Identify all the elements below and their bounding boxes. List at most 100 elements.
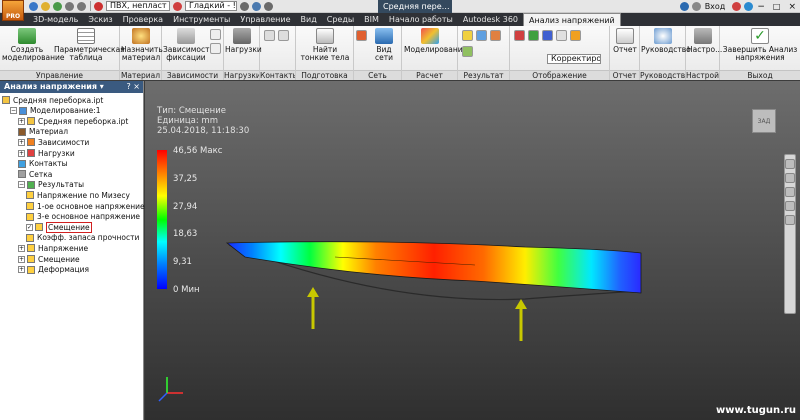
shading-icon[interactable] <box>570 30 581 41</box>
tab-5[interactable]: Вид <box>296 13 322 26</box>
search-icon[interactable] <box>679 2 689 11</box>
formula-icon[interactable] <box>252 1 261 11</box>
group-label: Результат <box>458 70 509 80</box>
visibility-checkbox[interactable]: ✓ <box>26 223 33 231</box>
expand-toggle-icon[interactable]: + <box>18 244 25 252</box>
settings-button[interactable]: Настро... <box>687 28 722 54</box>
adjusters-dropdown[interactable]: Корректиров <box>547 54 601 64</box>
tab-4[interactable]: Управление <box>235 13 295 26</box>
expand-toggle-icon[interactable]: + <box>18 255 25 263</box>
steering-wheel-icon[interactable] <box>785 159 795 169</box>
save-icon[interactable] <box>53 1 62 11</box>
manual-contact-icon[interactable] <box>278 30 289 41</box>
group-label: Расчет <box>402 70 457 80</box>
create-simulation-button[interactable]: Создать моделирование <box>2 28 64 62</box>
exchange-icon[interactable] <box>732 2 742 11</box>
expand-toggle-icon[interactable]: − <box>10 107 17 115</box>
tab-2[interactable]: Проверка <box>118 13 168 26</box>
tree-item[interactable]: Материал <box>18 127 68 137</box>
minimize-icon[interactable]: − <box>757 2 765 12</box>
tree-item[interactable]: Коэфф. запаса прочности <box>26 233 139 243</box>
browser-close-icon[interactable]: ? × <box>127 81 141 93</box>
tree-item[interactable]: + Зависимости <box>18 137 89 147</box>
tree-item[interactable]: 3-е основное напряжение <box>26 212 140 222</box>
finish-stress-analysis-button[interactable]: ✓ Завершить Анализ напряжения <box>722 28 798 62</box>
appearance-dropdown[interactable]: Гладкий - ! <box>185 1 237 11</box>
tree-item[interactable]: Контакты <box>18 159 68 169</box>
tab-0[interactable]: 3D-модель <box>28 13 83 26</box>
tab-8[interactable]: Начало работы <box>384 13 458 26</box>
select-icon[interactable] <box>94 1 103 11</box>
mesh-view-button[interactable]: Вид сети <box>368 28 400 62</box>
browser-header[interactable]: Анализ напряжения ▾ ? × <box>0 81 143 93</box>
animate-icon[interactable] <box>462 30 473 41</box>
auto-contact-icon[interactable] <box>264 30 275 41</box>
look-at-icon[interactable] <box>785 215 795 225</box>
appearance-icon[interactable] <box>173 1 182 11</box>
tree-item[interactable]: − Результаты <box>18 180 84 190</box>
tree-item[interactable]: + Напряжение <box>18 243 88 253</box>
fixed-constraint-button[interactable]: Зависимость фиксации <box>163 28 214 62</box>
zoom-icon[interactable] <box>785 187 795 197</box>
tree-item[interactable]: 1-ое основное напряжение <box>26 201 145 211</box>
tree-item-label: Зависимости <box>38 137 90 147</box>
expand-toggle-icon[interactable]: + <box>18 117 25 125</box>
pin-constraint-icon[interactable] <box>210 29 221 40</box>
tab-10[interactable]: Анализ напряжений <box>523 12 621 27</box>
tab-1[interactable]: Эскиз <box>83 13 117 26</box>
tree-item[interactable]: + Средняя переборка.ipt <box>18 116 128 126</box>
redo-icon[interactable] <box>77 1 86 11</box>
tree-item[interactable]: + Деформация <box>18 265 89 275</box>
guide-button[interactable]: Руководство <box>641 28 691 54</box>
group-loads: Нагрузки Нагрузки <box>224 26 262 80</box>
material-dropdown[interactable]: ПВХ, непласт <box>106 1 170 11</box>
application-menu-button[interactable]: PRO <box>2 0 24 21</box>
expand-toggle-icon[interactable]: + <box>18 138 25 146</box>
viewcube[interactable]: ЗАД <box>752 109 776 133</box>
tree-item[interactable]: Средняя переборка.ipt <box>2 95 103 105</box>
quick-access-toolbar: PRO ПВХ, непласт Гладкий - ! Средняя пер… <box>0 0 800 21</box>
assign-material-button[interactable]: Назначить материал <box>121 28 163 62</box>
pan-icon[interactable] <box>785 173 795 183</box>
tab-3[interactable]: Инструменты <box>168 13 235 26</box>
compare-icon[interactable] <box>462 46 473 57</box>
undo-icon[interactable] <box>65 1 74 11</box>
expand-toggle-icon[interactable]: + <box>18 266 25 274</box>
sign-in-link[interactable]: Вход <box>705 2 726 11</box>
tab-7[interactable]: BIM <box>359 13 384 26</box>
force-icon <box>233 28 251 44</box>
find-thin-bodies-button[interactable]: Найти тонкие тела <box>298 28 352 62</box>
frictionless-constraint-icon[interactable] <box>210 43 221 54</box>
probe-icon[interactable] <box>476 30 487 41</box>
loads-button[interactable]: Нагрузки <box>225 28 262 54</box>
convergence-icon[interactable] <box>490 30 501 41</box>
tree-item[interactable]: + Нагрузки <box>18 148 75 158</box>
boundary-icon[interactable] <box>556 30 567 41</box>
tree-item[interactable]: Сетка <box>18 169 52 179</box>
tab-9[interactable]: Autodesk 360 <box>458 13 523 26</box>
min-icon[interactable] <box>542 30 553 41</box>
tree-item[interactable]: − Моделирование:1 <box>10 106 101 116</box>
tree-item[interactable]: + Смещение <box>18 254 80 264</box>
parametric-table-button[interactable]: Параметрическая таблица <box>54 28 125 62</box>
measure-icon[interactable] <box>264 1 273 11</box>
graphics-viewport[interactable]: Тип: Смещение Единица: mm 25.04.2018, 11… <box>145 81 800 420</box>
close-icon[interactable]: × <box>788 2 796 12</box>
simulate-button[interactable]: Моделирование <box>404 28 467 54</box>
expand-toggle-icon[interactable]: + <box>18 149 25 157</box>
tree-item[interactable]: ✓ Смещение <box>26 221 92 233</box>
tab-6[interactable]: Среды <box>322 13 359 26</box>
clear-override-icon[interactable] <box>240 1 249 11</box>
report-button[interactable]: Отчет <box>611 28 639 54</box>
tree-item[interactable]: Напряжение по Мизесу <box>26 190 130 200</box>
expand-toggle-icon[interactable]: − <box>18 181 25 189</box>
orbit-icon[interactable] <box>785 201 795 211</box>
new-file-icon[interactable] <box>29 1 38 11</box>
max-icon[interactable] <box>528 30 539 41</box>
user-icon[interactable] <box>691 2 701 11</box>
mesh-settings-icon[interactable] <box>356 30 367 41</box>
help-icon[interactable] <box>744 2 754 11</box>
open-file-icon[interactable] <box>41 1 50 11</box>
maximize-icon[interactable]: □ <box>773 2 781 11</box>
color-bar-icon[interactable] <box>514 30 525 41</box>
